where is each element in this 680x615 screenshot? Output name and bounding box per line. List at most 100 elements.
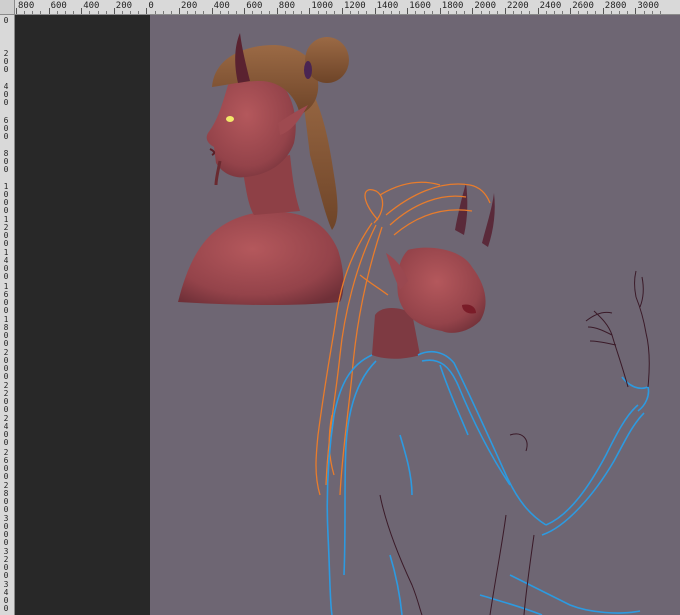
ruler-tick bbox=[602, 8, 604, 14]
ruler-label: 600 bbox=[50, 1, 67, 11]
artwork bbox=[178, 33, 650, 615]
ruler-minor-tick bbox=[325, 11, 327, 14]
ruler-minor-tick bbox=[594, 11, 596, 14]
ruler-minor-tick bbox=[619, 11, 621, 14]
ruler-minor-tick bbox=[284, 11, 286, 14]
ruler-label: 400 bbox=[83, 1, 100, 11]
ruler-label: 2600 bbox=[572, 1, 594, 11]
ruler-minor-tick bbox=[333, 11, 335, 14]
ruler-minor-tick bbox=[162, 11, 164, 14]
ruler-minor-tick bbox=[578, 11, 580, 14]
sketch-blue-body bbox=[326, 350, 650, 615]
ruler-tick bbox=[407, 8, 409, 14]
ruler-minor-tick bbox=[105, 11, 107, 14]
ruler-minor-tick bbox=[138, 11, 140, 14]
ruler-minor-tick bbox=[56, 11, 58, 14]
ruler-label: 200 bbox=[181, 1, 198, 11]
ruler-minor-tick bbox=[423, 11, 425, 14]
ruler-origin-corner[interactable] bbox=[0, 0, 15, 15]
ruler-minor-tick bbox=[382, 11, 384, 14]
ruler-label: 1400 bbox=[376, 1, 399, 11]
ruler-minor-tick bbox=[456, 11, 458, 14]
ruler-minor-tick bbox=[195, 11, 197, 14]
ruler-tick bbox=[505, 8, 506, 14]
ruler-label: 2400 bbox=[539, 1, 562, 11]
ruler-minor-tick bbox=[390, 11, 392, 14]
ruler-label: 2 6 0 0 bbox=[3, 447, 9, 481]
horizontal-ruler[interactable]: 800 600 400 200 0 200 400 600 800 1000 1200 1400 160… bbox=[0, 0, 680, 15]
ruler-tick bbox=[113, 8, 115, 14]
ruler-label: 200 bbox=[115, 1, 133, 11]
ruler-minor-tick bbox=[521, 11, 523, 14]
ruler-label: 4 0 0 bbox=[3, 82, 9, 108]
ruler-tick bbox=[537, 8, 539, 14]
pasteboard-area bbox=[15, 15, 150, 615]
ruler-label: 1 2 0 0 bbox=[3, 215, 9, 249]
ruler-label: 600 bbox=[246, 1, 263, 11]
ruler-minor-tick bbox=[203, 11, 205, 14]
ruler-label: 1 0 0 0 bbox=[3, 182, 9, 215]
portrait-glowing-eye bbox=[226, 116, 234, 122]
ruler-label: 3000 bbox=[637, 1, 660, 11]
ruler-minor-tick bbox=[301, 11, 303, 14]
ruler-label: 1600 bbox=[409, 1, 431, 11]
portrait-lips bbox=[209, 148, 216, 156]
ruler-minor-tick bbox=[513, 11, 515, 14]
ruler-tick bbox=[439, 8, 441, 14]
ruler-label: 1 4 0 0 bbox=[3, 248, 9, 282]
portrait-hair-tie bbox=[304, 61, 312, 79]
ruler-label: 2000 bbox=[474, 1, 497, 11]
ruler-minor-tick bbox=[480, 11, 482, 14]
ruler-minor-tick bbox=[358, 11, 360, 14]
ruler-minor-tick bbox=[643, 11, 645, 14]
ruler-label: 1000 bbox=[311, 1, 334, 11]
vertical-ruler[interactable]: 0 2 0 0 4 0 0 6 0 0 8 0 0 1 0 0 01 2 0 01 4 0… bbox=[0, 15, 15, 615]
ruler-label: 2 8 0 0 bbox=[3, 480, 9, 514]
ruler-tick bbox=[179, 8, 180, 14]
ruler-tick bbox=[635, 8, 637, 14]
ruler-minor-tick bbox=[651, 11, 653, 14]
ruler-minor-tick bbox=[553, 11, 555, 14]
ruler-label: 3 4 0 0 bbox=[3, 580, 9, 614]
ruler-label: 0 bbox=[3, 16, 9, 25]
ruler-minor-tick bbox=[562, 11, 564, 14]
ruler-label: 8 0 0 bbox=[3, 148, 9, 174]
ruler-tick bbox=[211, 8, 213, 14]
ruler-tick bbox=[81, 8, 83, 14]
ruler-label: 2 0 0 0 bbox=[3, 348, 9, 381]
ruler-minor-tick bbox=[170, 11, 172, 14]
ruler-minor-tick bbox=[415, 11, 417, 14]
ruler-minor-tick bbox=[317, 11, 319, 14]
ruler-minor-tick bbox=[431, 11, 433, 14]
ruler-minor-tick bbox=[236, 11, 238, 14]
ruler-minor-tick bbox=[64, 11, 66, 14]
ruler-minor-tick bbox=[32, 11, 34, 14]
figure-horn-right bbox=[482, 193, 495, 247]
ruler-minor-tick bbox=[545, 11, 547, 14]
ruler-tick bbox=[472, 8, 474, 14]
painted-demon-portrait bbox=[178, 33, 349, 306]
ruler-minor-tick bbox=[399, 11, 401, 14]
ruler-minor-tick bbox=[610, 11, 612, 14]
ruler-tick bbox=[146, 8, 148, 14]
ruler-minor-tick bbox=[366, 11, 368, 14]
ruler-minor-tick bbox=[252, 11, 254, 14]
ruler-label: 2 4 0 0 bbox=[3, 414, 9, 448]
ruler-tick bbox=[570, 8, 572, 14]
ruler-label: 6 0 0 bbox=[3, 115, 9, 141]
ruler-label: 1800 bbox=[441, 1, 464, 11]
portrait-jaw-shadow bbox=[214, 160, 222, 186]
ruler-tick bbox=[342, 8, 343, 14]
portrait-shoulders bbox=[178, 211, 344, 306]
ruler-label: 1 6 0 0 bbox=[3, 281, 9, 315]
portrait-hair-bun bbox=[305, 37, 349, 83]
ruler-minor-tick bbox=[154, 11, 156, 14]
ruler-minor-tick bbox=[89, 11, 91, 14]
ruler-minor-tick bbox=[496, 11, 498, 14]
ruler-minor-tick bbox=[293, 11, 295, 14]
ruler-minor-tick bbox=[447, 11, 449, 14]
ruler-label: 1 8 0 0 bbox=[3, 314, 9, 348]
ruler-minor-tick bbox=[73, 11, 75, 14]
ruler-minor-tick bbox=[219, 11, 221, 14]
ruler-label: 1200 bbox=[344, 1, 366, 11]
